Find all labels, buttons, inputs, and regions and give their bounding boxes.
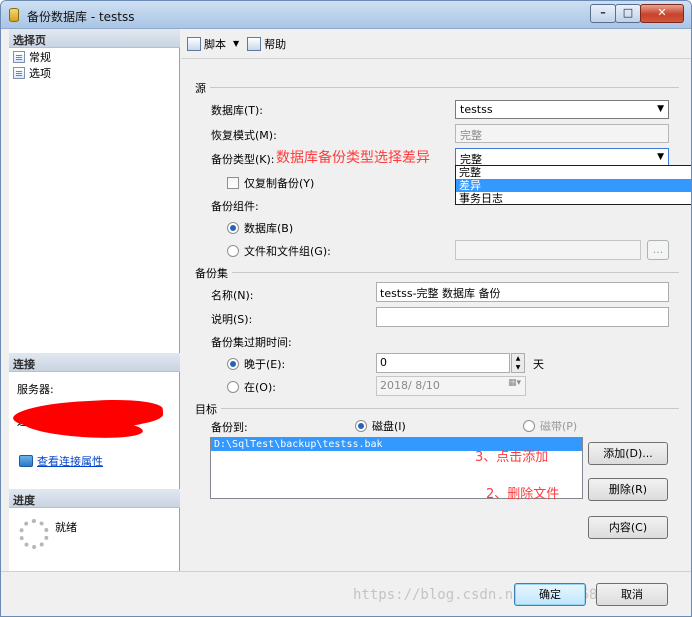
files-browse-button: ...: [647, 240, 669, 260]
divider: [199, 272, 679, 273]
select-page-header: 选择页: [9, 29, 180, 48]
general-page: 源 数据库(T): testss ▼ 恢复模式(M): 完整 备份类型(K): …: [181, 59, 691, 571]
database-icon: [9, 8, 19, 22]
description-label: 说明(S):: [211, 313, 253, 326]
copy-only-checkbox[interactable]: 仅复制备份(Y): [227, 175, 314, 191]
maximize-button[interactable]: □: [615, 4, 641, 23]
component-files-radio[interactable]: 文件和文件组(G):: [227, 243, 331, 259]
help-label: 帮助: [264, 37, 287, 51]
recovery-model-label: 恢复模式(M):: [211, 129, 277, 142]
minimize-button[interactable]: –: [590, 4, 616, 23]
files-field: [455, 240, 641, 260]
expire-label: 备份集过期时间:: [211, 336, 292, 349]
expire-date-picker: 2018/ 8/10 ▦▾: [376, 376, 526, 396]
component-database-radio[interactable]: 数据库(B): [227, 220, 293, 236]
page-item-general[interactable]: 常规: [13, 49, 51, 65]
cancel-button[interactable]: 取消: [596, 583, 668, 606]
help-icon: [247, 36, 262, 51]
divider: [219, 408, 679, 409]
calendar-icon: ▦▾: [507, 378, 521, 388]
component-label: 备份组件:: [211, 200, 259, 213]
disk-label: 磁盘(I): [372, 420, 406, 433]
chevron-down-icon: ▼: [233, 39, 240, 48]
view-connection-properties-link[interactable]: 查看连接属性: [19, 453, 103, 469]
backup-type-annotation: 数据库备份类型选择差异: [276, 150, 430, 166]
progress-status: 就绪: [55, 521, 77, 534]
expire-date-value: 2018/ 8/10: [380, 379, 440, 392]
component-files-label: 文件和文件组(G):: [244, 245, 331, 258]
expire-on-radio[interactable]: 在(O):: [227, 379, 276, 395]
copy-only-label: 仅复制备份(Y): [244, 177, 315, 190]
page-item-label: 常规: [29, 51, 51, 64]
chevron-down-icon: ▼: [657, 104, 664, 114]
script-label: 脚本: [204, 37, 226, 51]
radio-button: [355, 420, 367, 432]
ok-button[interactable]: 确定: [514, 583, 586, 606]
radio-button: [523, 420, 535, 432]
tape-radio: 磁带(P): [523, 418, 577, 434]
server-label: 服务器:: [17, 383, 54, 396]
add-destination-button[interactable]: 添加(D)...: [588, 442, 668, 465]
description-input[interactable]: [376, 307, 669, 327]
connection-properties-icon: [19, 455, 33, 467]
database-value: testss: [460, 103, 493, 116]
radio-button: [227, 245, 239, 257]
page-item-options[interactable]: 选项: [13, 65, 51, 81]
script-icon: [187, 36, 201, 51]
page-item-label: 选项: [29, 67, 51, 80]
checkbox-box: [227, 177, 239, 189]
radio-button: [227, 222, 239, 234]
add-annotation: 3、点击添加: [475, 450, 549, 465]
progress-header: 进度: [9, 489, 180, 508]
backup-name-input[interactable]: testss-完整 数据库 备份: [376, 282, 669, 302]
page-icon: [13, 67, 25, 79]
title-bar[interactable]: 备份数据库 - testss – □ ✕: [1, 1, 691, 29]
backup-type-option-full[interactable]: 完整: [456, 166, 691, 179]
expire-on-label: 在(O):: [244, 381, 276, 394]
backup-database-window: 备份数据库 - testss – □ ✕ 选择页 常规 选项 连接 服务器: 连…: [0, 0, 692, 617]
backup-to-label: 备份到:: [211, 421, 248, 434]
target-group-title: 目标: [195, 401, 221, 417]
database-combo[interactable]: testss ▼: [455, 100, 669, 119]
backup-type-dropdown[interactable]: 完整 差异 事务日志: [455, 165, 691, 205]
radio-button: [227, 358, 239, 370]
expire-after-radio[interactable]: 晚于(E):: [227, 356, 285, 372]
chevron-down-icon: ▼: [657, 152, 664, 162]
window-title: 备份数据库 - testss: [27, 10, 135, 24]
component-database-label: 数据库(B): [244, 222, 294, 235]
expire-days-input[interactable]: 0: [376, 353, 510, 373]
view-connection-properties-label: 查看连接属性: [37, 455, 103, 468]
script-button[interactable]: 脚本 ▼: [187, 36, 239, 52]
source-group-title: 源: [195, 80, 210, 96]
backup-type-option-log[interactable]: 事务日志: [456, 192, 691, 205]
close-button[interactable]: ✕: [640, 4, 684, 23]
days-spinner[interactable]: ▲ ▼: [511, 353, 525, 373]
days-unit-label: 天: [533, 358, 544, 371]
progress-spinner-icon: [19, 519, 49, 549]
backup-set-group-title: 备份集: [195, 265, 232, 281]
disk-radio[interactable]: 磁盘(I): [355, 418, 406, 434]
backup-type-option-differential[interactable]: 差异: [456, 179, 691, 192]
backup-name-label: 名称(N):: [211, 289, 254, 302]
backup-type-label: 备份类型(K):: [211, 153, 275, 166]
tape-label: 磁带(P): [540, 420, 578, 433]
database-label: 数据库(T):: [211, 104, 264, 117]
help-button[interactable]: 帮助: [247, 36, 286, 52]
radio-button: [227, 381, 239, 393]
recovery-model-field: 完整: [455, 124, 669, 143]
left-pane: 选择页 常规 选项 连接 服务器: 连 查看连接属性 进度 就绪: [9, 29, 180, 571]
remove-destination-button[interactable]: 删除(R): [588, 478, 668, 501]
connection-header: 连接: [9, 353, 180, 372]
contents-button[interactable]: 内容(C): [588, 516, 668, 539]
page-icon: [13, 51, 25, 63]
toolbar: 脚本 ▼ 帮助: [181, 29, 691, 59]
expire-after-label: 晚于(E):: [244, 358, 286, 371]
remove-annotation: 2、删除文件: [486, 487, 560, 502]
watermark: https://blog.csdn.net/qq_23588917: [353, 587, 632, 603]
divider: [201, 87, 679, 88]
